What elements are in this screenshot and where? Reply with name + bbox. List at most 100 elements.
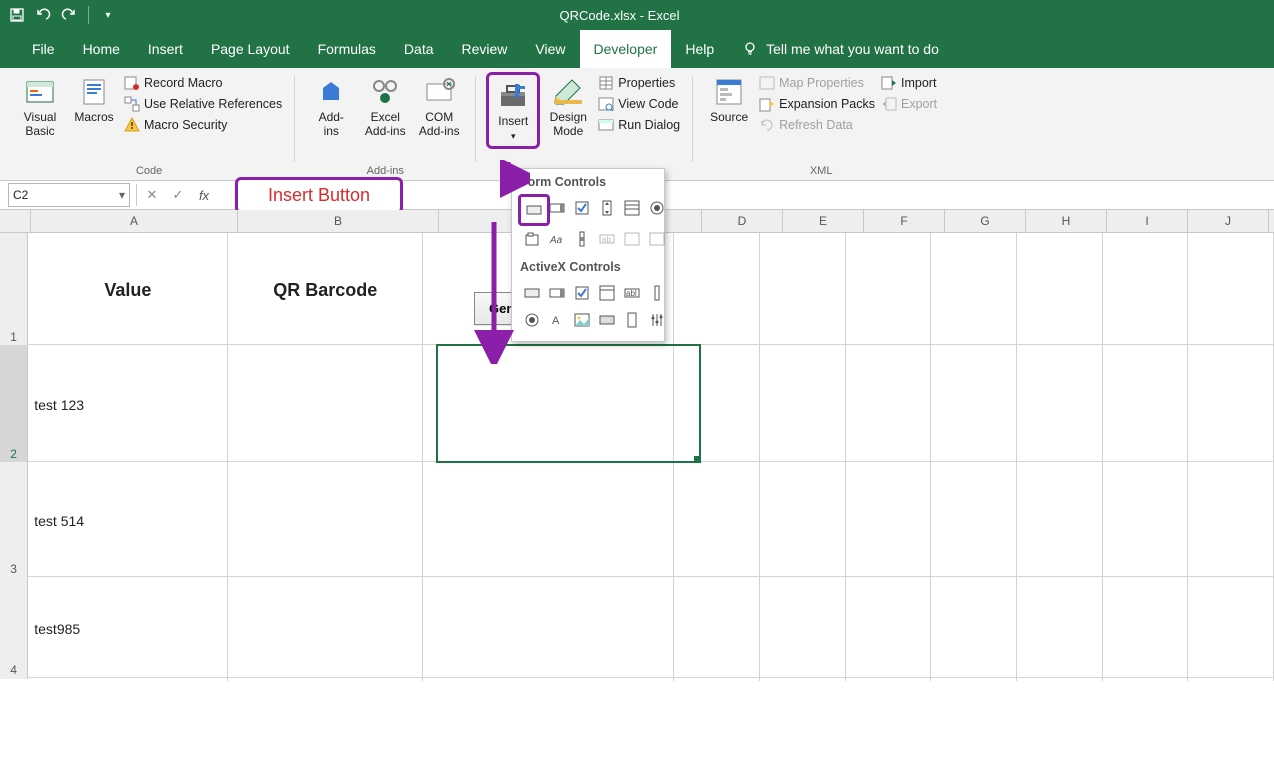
record-macro-button[interactable]: Record Macro <box>122 74 284 92</box>
cell-A4[interactable]: test985 <box>28 577 228 681</box>
activex-more-control[interactable] <box>645 308 669 332</box>
cell-I3[interactable] <box>1103 462 1189 580</box>
enter-formula-button[interactable]: ✓ <box>165 184 191 206</box>
undo-icon[interactable] <box>32 4 54 26</box>
xml-source-button[interactable]: Source <box>703 72 755 126</box>
form-checkbox-control[interactable] <box>570 196 594 220</box>
cell-I1[interactable] <box>1103 233 1189 348</box>
import-button[interactable]: Import <box>879 74 939 92</box>
activex-option-control[interactable] <box>520 308 544 332</box>
cell-B4[interactable] <box>228 577 423 681</box>
macro-security-button[interactable]: Macro Security <box>122 116 284 134</box>
fx-button[interactable]: fx <box>191 184 217 206</box>
cell-H2[interactable] <box>1017 345 1103 465</box>
cell-E2[interactable] <box>760 345 846 465</box>
view-code-button[interactable]: View Code <box>596 95 682 113</box>
cell-J2[interactable] <box>1188 345 1274 465</box>
cell-B2[interactable] <box>228 345 423 465</box>
com-addins-button[interactable]: COM Add-ins <box>413 72 465 140</box>
name-box-dropdown-icon[interactable]: ▾ <box>119 188 125 202</box>
form-option-control[interactable] <box>645 196 669 220</box>
tab-developer[interactable]: Developer <box>580 30 672 68</box>
save-icon[interactable] <box>6 4 28 26</box>
cell-C2[interactable] <box>423 345 674 465</box>
activex-scrollbar-control[interactable] <box>645 281 669 305</box>
cell-J1[interactable] <box>1188 233 1274 348</box>
column-header-J[interactable]: J <box>1188 210 1269 232</box>
form-combo-list-control[interactable] <box>620 227 644 251</box>
tab-page-layout[interactable]: Page Layout <box>197 30 304 68</box>
form-spinner-control[interactable] <box>595 196 619 220</box>
row-header-4[interactable]: 4 <box>0 577 28 679</box>
cell-J4[interactable] <box>1188 577 1274 681</box>
column-header-A[interactable]: A <box>31 210 238 232</box>
cell-A3[interactable]: test 514 <box>28 462 228 580</box>
selection-fill-handle[interactable] <box>694 456 700 462</box>
insert-control-button[interactable]: Insert▾ <box>490 76 536 145</box>
cancel-formula-button[interactable]: ✕ <box>139 184 165 206</box>
form-label-control[interactable]: Aa <box>545 227 569 251</box>
tab-view[interactable]: View <box>521 30 579 68</box>
cell-F2[interactable] <box>846 345 932 465</box>
cell-C3[interactable] <box>423 462 674 580</box>
expansion-packs-button[interactable]: Expansion Packs <box>757 95 877 113</box>
activex-combo-control[interactable] <box>545 281 569 305</box>
activex-checkbox-control[interactable] <box>570 281 594 305</box>
cell-E1[interactable] <box>760 233 846 348</box>
cell-E4[interactable] <box>760 577 846 681</box>
cell-F3[interactable] <box>846 462 932 580</box>
activex-image-control[interactable] <box>570 308 594 332</box>
column-header-B[interactable]: B <box>238 210 439 232</box>
cell-J3[interactable] <box>1188 462 1274 580</box>
use-relative-references-button[interactable]: Use Relative References <box>122 95 284 113</box>
cell-I2[interactable] <box>1103 345 1189 465</box>
row-header-1[interactable]: 1 <box>0 233 28 346</box>
column-header-F[interactable]: F <box>864 210 945 232</box>
redo-icon[interactable] <box>58 4 80 26</box>
cell-D4[interactable] <box>674 577 760 681</box>
select-all-corner[interactable] <box>0 210 31 232</box>
tab-help[interactable]: Help <box>671 30 728 68</box>
tab-home[interactable]: Home <box>69 30 134 68</box>
activex-textbox-control[interactable]: abl <box>620 281 644 305</box>
cell-G1[interactable] <box>931 233 1017 348</box>
qat-customize-icon[interactable]: ▾ <box>97 4 119 26</box>
cell-I4[interactable] <box>1103 577 1189 681</box>
name-box[interactable]: C2 ▾ <box>8 183 130 207</box>
cell-D2[interactable] <box>674 345 760 465</box>
cell-F1[interactable] <box>846 233 932 348</box>
tab-tell-me[interactable]: Tell me what you want to do <box>728 30 953 68</box>
tab-file[interactable]: File <box>18 30 69 68</box>
cell-B1[interactable]: QR Barcode <box>228 233 423 348</box>
cell-E3[interactable] <box>760 462 846 580</box>
column-header-I[interactable]: I <box>1107 210 1188 232</box>
column-header-D[interactable]: D <box>702 210 783 232</box>
cell-H1[interactable] <box>1017 233 1103 348</box>
cell-H4[interactable] <box>1017 577 1103 681</box>
cell-G2[interactable] <box>931 345 1017 465</box>
run-dialog-button[interactable]: Run Dialog <box>596 116 682 134</box>
cell-D1[interactable] <box>674 233 760 348</box>
row-header-3[interactable]: 3 <box>0 462 28 578</box>
column-header-H[interactable]: H <box>1026 210 1107 232</box>
tab-review[interactable]: Review <box>448 30 522 68</box>
macros-button[interactable]: Macros <box>68 72 120 126</box>
cell-G3[interactable] <box>931 462 1017 580</box>
activex-spinbutton-control[interactable] <box>620 308 644 332</box>
column-header-G[interactable]: G <box>945 210 1026 232</box>
cell-A2[interactable]: test 123 <box>28 345 228 465</box>
visual-basic-button[interactable]: Visual Basic <box>14 72 66 140</box>
addins-button[interactable]: Add- ins <box>305 72 357 140</box>
activex-label-control[interactable]: A <box>545 308 569 332</box>
form-scrollbar-control[interactable] <box>570 227 594 251</box>
form-combo-control[interactable] <box>545 196 569 220</box>
properties-button[interactable]: Properties <box>596 74 682 92</box>
column-header-E[interactable]: E <box>783 210 864 232</box>
cell-B3[interactable] <box>228 462 423 580</box>
excel-addins-button[interactable]: Excel Add-ins <box>359 72 411 140</box>
design-mode-button[interactable]: Design Mode <box>542 72 594 140</box>
cell-F4[interactable] <box>846 577 932 681</box>
row-header-2[interactable]: 2 <box>0 345 28 463</box>
cell-G4[interactable] <box>931 577 1017 681</box>
tab-insert[interactable]: Insert <box>134 30 197 68</box>
